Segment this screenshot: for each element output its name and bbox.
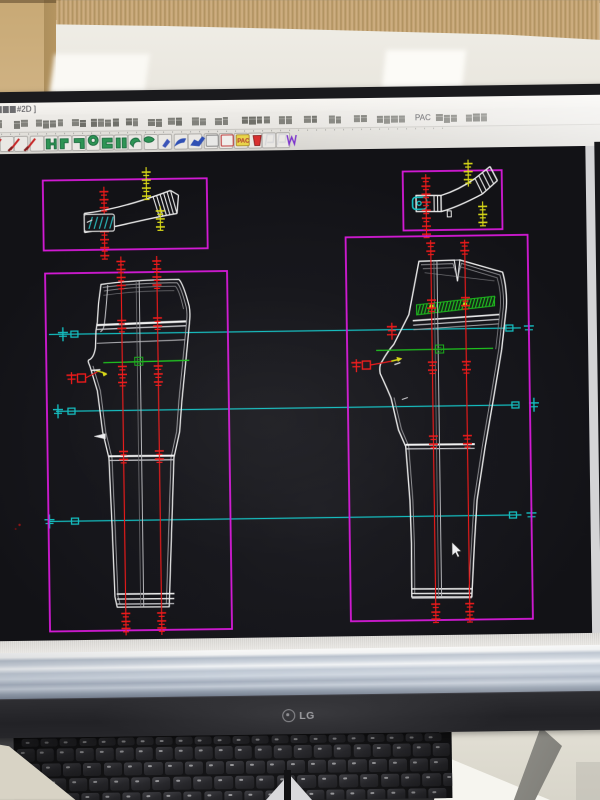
svg-text:G: G	[437, 347, 442, 353]
svg-text:PAC: PAC	[237, 138, 250, 144]
svg-text:G: G	[137, 359, 142, 365]
